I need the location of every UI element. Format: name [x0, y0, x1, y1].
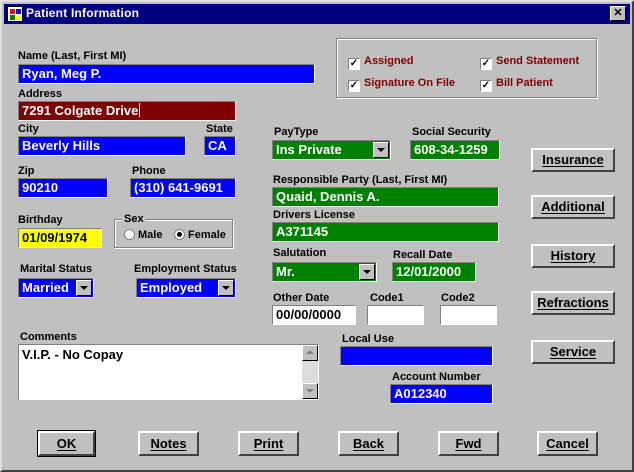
code1-label: Code1 [370, 292, 404, 304]
recall-date-label: Recall Date [393, 249, 453, 261]
phone-field[interactable]: (310) 641-9691 [130, 178, 236, 198]
social-security-field[interactable]: 608-34-1259 [410, 140, 500, 160]
salutation-select[interactable]: Mr. [272, 262, 377, 282]
salutation-label: Salutation [273, 247, 327, 259]
comments-scrollbar[interactable] [302, 345, 318, 399]
name-label: Name (Last, First MI) [18, 50, 127, 62]
city-field[interactable]: Beverly Hills [18, 136, 186, 156]
zip-label: Zip [18, 165, 35, 177]
scroll-up-icon[interactable] [302, 345, 318, 361]
name-field[interactable]: Ryan, Meg P. [18, 64, 315, 84]
zip-field[interactable]: 90210 [18, 178, 108, 198]
local-use-label: Local Use [342, 333, 394, 345]
birthday-field[interactable]: 01/09/1974 [18, 228, 102, 248]
comments-text: V.I.P. - No Copay [22, 347, 124, 362]
print-button[interactable]: Print [238, 431, 299, 456]
scroll-down-icon[interactable] [302, 383, 318, 399]
paytype-select[interactable]: Ins Private [272, 140, 391, 160]
close-icon: ✕ [613, 7, 623, 19]
code2-field[interactable] [440, 305, 497, 325]
social-security-label: Social Security [412, 126, 491, 138]
insurance-button[interactable]: Insurance [531, 148, 615, 172]
refractions-button[interactable]: Refractions [531, 291, 615, 315]
ok-button[interactable]: OK [37, 430, 96, 457]
code1-field[interactable] [367, 305, 424, 325]
chevron-down-icon[interactable] [373, 142, 389, 158]
text-cursor [139, 103, 141, 117]
responsible-party-label: Responsible Party (Last, First MI) [273, 174, 448, 186]
phone-label: Phone [132, 165, 166, 177]
state-label: State [206, 123, 233, 135]
comments-textarea[interactable]: V.I.P. - No Copay [18, 344, 319, 400]
chevron-down-icon[interactable] [76, 280, 92, 296]
drivers-license-field[interactable]: A371145 [272, 222, 499, 242]
local-use-field[interactable] [340, 346, 493, 366]
drivers-license-label: Drivers License [273, 209, 355, 221]
employment-status-label: Employment Status [134, 263, 237, 275]
other-date-label: Other Date [273, 292, 330, 304]
bill-patient-checkbox[interactable]: ✓ Bill Patient [480, 77, 553, 92]
state-field[interactable]: CA [204, 136, 236, 156]
sex-label: Sex [122, 213, 146, 225]
service-button[interactable]: Service [531, 340, 615, 364]
account-number-field[interactable]: A012340 [390, 384, 493, 404]
history-button[interactable]: History [531, 244, 615, 268]
marital-status-label: Marital Status [20, 263, 93, 275]
send-statement-checkbox[interactable]: ✓ Send Statement [480, 55, 579, 70]
cancel-button[interactable]: Cancel [537, 431, 598, 456]
assigned-checkbox[interactable]: ✓ Assigned [348, 55, 414, 70]
marital-status-select[interactable]: Married [18, 278, 94, 298]
app-icon [7, 6, 23, 22]
signature-on-file-checkbox[interactable]: ✓ Signature On File [348, 77, 455, 92]
patient-information-window: Patient Information ✕ ✓ Assigned ✓ Send St… [0, 0, 634, 472]
paytype-label: PayType [274, 126, 319, 138]
notes-button[interactable]: Notes [138, 431, 199, 456]
city-label: City [18, 123, 39, 135]
responsible-party-field[interactable]: Quaid, Dennis A. [272, 187, 499, 207]
sex-male-radio[interactable]: Male [124, 229, 162, 241]
chevron-down-icon[interactable] [218, 280, 234, 296]
recall-date-field[interactable]: 12/01/2000 [392, 262, 476, 282]
address-label: Address [18, 88, 63, 100]
title-bar[interactable]: Patient Information ✕ [4, 4, 630, 24]
comments-label: Comments [20, 331, 77, 343]
fwd-button[interactable]: Fwd [438, 431, 499, 456]
account-number-label: Account Number [392, 371, 481, 383]
close-button[interactable]: ✕ [610, 6, 626, 21]
back-button[interactable]: Back [338, 431, 399, 456]
window-title: Patient Information [26, 6, 140, 20]
chevron-down-icon[interactable] [359, 264, 375, 280]
sex-female-radio[interactable]: Female [174, 229, 226, 241]
other-date-field[interactable]: 00/00/0000 [272, 305, 356, 325]
birthday-label: Birthday [18, 214, 63, 226]
address-field[interactable]: 7291 Colgate Drive [18, 101, 236, 121]
additional-button[interactable]: Additional [531, 195, 615, 219]
employment-status-select[interactable]: Employed [136, 278, 236, 298]
code2-label: Code2 [441, 292, 475, 304]
